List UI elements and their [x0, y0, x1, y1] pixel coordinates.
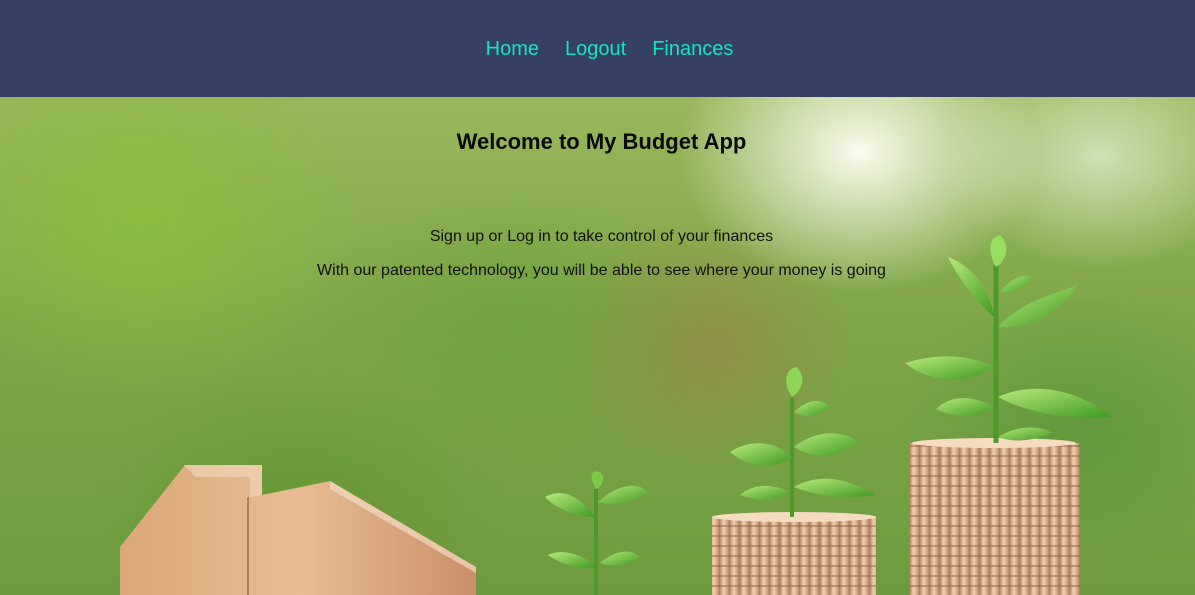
wooden-house-illustration — [120, 465, 476, 595]
nav-links: Home Logout Finances — [486, 39, 734, 59]
hero-background-image — [120, 235, 1112, 595]
nav-link-home[interactable]: Home — [486, 39, 539, 59]
hero-section: Welcome to My Budget App Sign up or Log … — [0, 97, 1195, 595]
top-navbar: Home Logout Finances — [0, 0, 1195, 97]
nav-link-logout[interactable]: Logout — [565, 39, 626, 59]
middle-coin-stack-illustration — [712, 367, 876, 595]
hero-description: With our patented technology, you will b… — [317, 262, 886, 279]
tall-coin-stack-illustration — [905, 235, 1112, 595]
page-title: Welcome to My Budget App — [456, 129, 747, 154]
hero-tagline: Sign up or Log in to take control of you… — [429, 228, 774, 245]
nav-link-finances[interactable]: Finances — [652, 39, 733, 59]
small-seedling-illustration — [545, 471, 648, 595]
